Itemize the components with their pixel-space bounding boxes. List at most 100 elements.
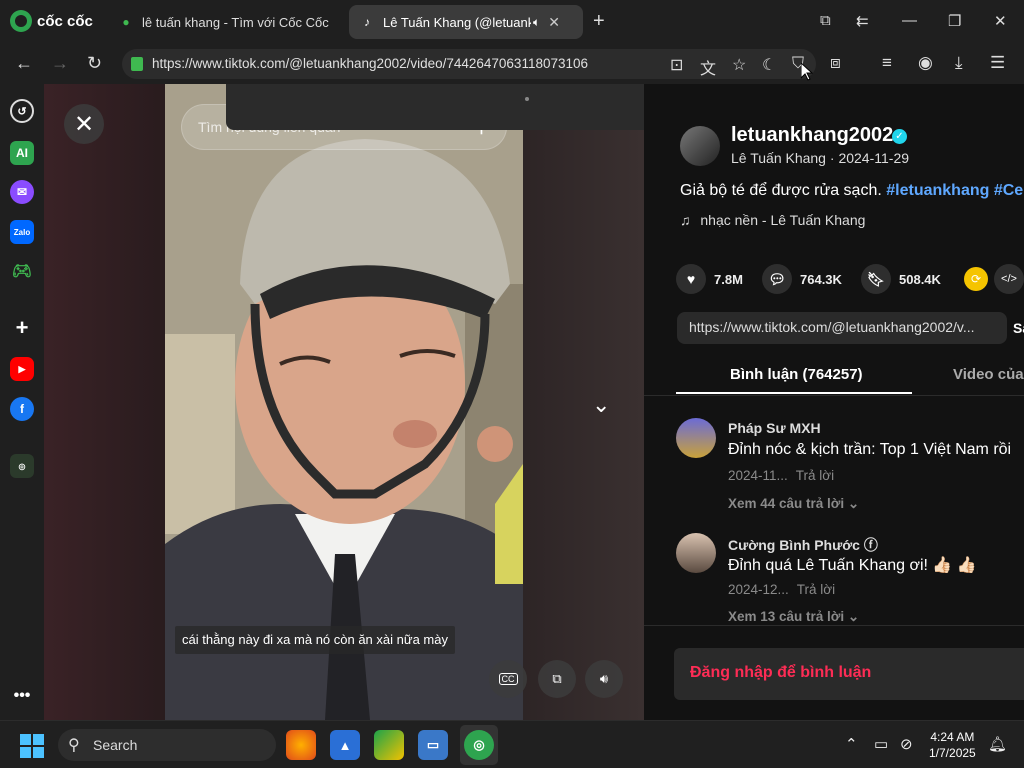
system-clock[interactable]: 4:24 AM 1/7/2025 (929, 729, 976, 761)
hashtags[interactable]: #letuankhang #Ce (886, 182, 1023, 199)
download-icon[interactable]: ⤓ (955, 53, 963, 73)
volume-button[interactable]: 🔊︎ (585, 660, 623, 698)
firefox-icon[interactable] (286, 730, 316, 760)
commenter-avatar[interactable] (676, 418, 716, 458)
like-stat[interactable]: ♥ 7.8M (676, 264, 743, 294)
clock-date: 1/7/2025 (929, 746, 976, 760)
saves-count: 508.4K (899, 271, 941, 287)
file-viewer-icon[interactable]: ▭ (418, 730, 448, 760)
forward-icon[interactable]: → (51, 53, 69, 74)
picture-in-picture-button[interactable]: ⧉ (538, 660, 576, 698)
tab-comments[interactable]: Bình luận (764257) (730, 366, 863, 383)
taskbar-search[interactable]: ⚲ Search (58, 729, 276, 761)
volume-icon: 🔊︎ (599, 671, 609, 686)
video-frame-image (165, 84, 523, 720)
more-icon[interactable]: ••• (10, 684, 34, 708)
minimize-icon[interactable]: — (902, 12, 917, 29)
reply-button[interactable]: Trả lời (796, 468, 834, 483)
video-subtitle: cái thằng này đi xa mà nó còn ăn xài nữa… (175, 626, 455, 654)
maximize-icon[interactable]: ❐ (948, 12, 961, 30)
reply-button[interactable]: Trả lời (797, 582, 835, 597)
extensions-icon[interactable]: ⧈ (830, 53, 841, 73)
commenter-name[interactable]: Pháp Sư MXH (728, 420, 821, 436)
dark-mode-icon[interactable]: ☾ (762, 55, 776, 75)
brand-name: cốc cốc (37, 12, 93, 30)
copy-link-button[interactable]: Sa (1013, 320, 1024, 336)
url-text[interactable]: https://www.tiktok.com/@letuankhang2002/… (152, 56, 588, 71)
install-app-icon[interactable]: ⊡ (670, 55, 683, 75)
video-link-field[interactable]: https://www.tiktok.com/@letuankhang2002/… (677, 312, 1007, 344)
tab-tiktok[interactable]: ♪ Lê Tuấn Khang (@letuank 🔈︎ ✕ (349, 5, 583, 39)
speaker-icon[interactable]: 🔈︎ (533, 15, 540, 30)
bookmark-star-icon[interactable]: ☆ (732, 55, 746, 75)
youtube-icon[interactable]: ▶ (10, 357, 34, 381)
close-video-button[interactable]: ✕ (64, 104, 104, 144)
windows-start-icon[interactable] (20, 734, 44, 758)
ai-assistant-icon[interactable]: AI (10, 141, 34, 165)
taskbar-search-label: Search (93, 737, 138, 753)
next-video-chevron-icon[interactable]: ⌄ (592, 392, 610, 418)
messenger-icon[interactable]: ✉ (10, 180, 34, 204)
coccoc-logo-icon (10, 10, 32, 32)
photos-app-icon[interactable]: ▲ (330, 730, 360, 760)
post-description: Giả bộ té để được rửa sạch. #letuankhang… (680, 182, 1023, 200)
tray-overflow-chevron-icon[interactable]: ⌃ (845, 735, 858, 753)
author-name[interactable]: Lê Tuấn Khang (731, 150, 826, 166)
embed-code-icon[interactable]: </> (994, 264, 1024, 294)
tab-search-icon[interactable]: ⇇ (856, 12, 869, 30)
tab-creator-videos[interactable]: Video của n (953, 366, 1024, 383)
coccoc-logo[interactable]: cốc cốc (10, 10, 93, 32)
close-window-icon[interactable]: ✕ (994, 12, 1007, 30)
comment-login-area: Đăng nhập để bình luận (644, 625, 1024, 720)
login-to-comment-button[interactable]: Đăng nhập để bình luận (674, 648, 1024, 700)
comment-icon[interactable]: 💬︎ (762, 264, 792, 294)
maps-app-icon[interactable] (374, 730, 404, 760)
view-replies-button[interactable]: Xem 13 câu trả lời ⌄ (728, 609, 859, 625)
notification-bell-icon[interactable]: 🔔︎ (988, 735, 1007, 753)
profile-icon[interactable]: ◉ (918, 53, 933, 73)
share-coin-icon[interactable]: ⟳ (964, 267, 988, 291)
chevron-down-icon: ⌄ (847, 609, 860, 624)
view-replies-button[interactable]: Xem 44 câu trả lời ⌄ (728, 496, 859, 512)
comment-meta: 2024-11... Trả lời (728, 468, 834, 483)
cc-icon: CC (498, 673, 518, 685)
save-stat[interactable]: 🔖︎ 508.4K (861, 264, 941, 294)
translate-icon[interactable]: 文 (700, 55, 716, 79)
coccoc-taskbar-icon[interactable]: ◎ (464, 730, 494, 760)
add-sidebar-app-icon[interactable]: + (10, 315, 34, 340)
tab-coccoc-search[interactable]: ● lê tuấn khang - Tìm với Cốc Cốc (108, 5, 344, 39)
comment-stat[interactable]: 💬︎ 764.3K (762, 264, 842, 294)
new-tab-icon[interactable]: + (593, 10, 605, 33)
comment-text: Đỉnh quá Lê Tuấn Khang ơi! 👍🏻 👍🏻 (728, 557, 977, 574)
address-bar[interactable]: https://www.tiktok.com/@letuankhang2002/… (122, 49, 816, 79)
playlist-icon[interactable]: ≡ (882, 53, 892, 73)
bookmark-icon[interactable]: 🔖︎ (861, 264, 891, 294)
menu-icon[interactable]: ☰ (990, 53, 1005, 73)
facebook-icon[interactable]: f (10, 397, 34, 421)
zalo-icon[interactable]: Zalo (10, 220, 34, 244)
commenter-name[interactable]: Cường Bình Phước ⓕ (728, 535, 878, 555)
music-title: nhạc nền - Lê Tuấn Khang (700, 212, 866, 228)
video-player[interactable]: Tìm nội dung liên quan ⚲ cái thằng này đ… (165, 84, 523, 720)
screenshot-icon[interactable]: ⧉ (820, 12, 831, 29)
coccoc-2024-icon[interactable]: ◎ (10, 454, 34, 478)
commenter-avatar[interactable] (676, 533, 716, 573)
network-icon[interactable]: ▭ (874, 735, 888, 753)
author-handle[interactable]: letuankhang2002 (731, 124, 893, 147)
active-tab-indicator (676, 392, 912, 394)
game-icon[interactable]: 🎮︎ (10, 259, 34, 283)
close-tab-icon[interactable]: ✕ (548, 14, 560, 31)
tab-title: Lê Tuấn Khang (@letuank (383, 14, 531, 30)
divider (644, 395, 1024, 396)
volume-muted-icon[interactable]: ⊘ (900, 735, 913, 753)
reload-icon[interactable]: ↻ (87, 53, 102, 74)
captions-button[interactable]: CC (489, 660, 527, 698)
heart-icon[interactable]: ♥ (676, 264, 706, 294)
back-icon[interactable]: ← (15, 53, 33, 74)
comment-date: 2024-12... (728, 582, 789, 597)
music-line[interactable]: ♫ nhạc nền - Lê Tuấn Khang (680, 212, 865, 228)
history-icon[interactable]: ↺ (10, 99, 34, 123)
coccoc-search-icon: ● (122, 15, 130, 29)
pip-icon: ⧉ (552, 671, 562, 686)
author-avatar[interactable] (680, 126, 720, 166)
